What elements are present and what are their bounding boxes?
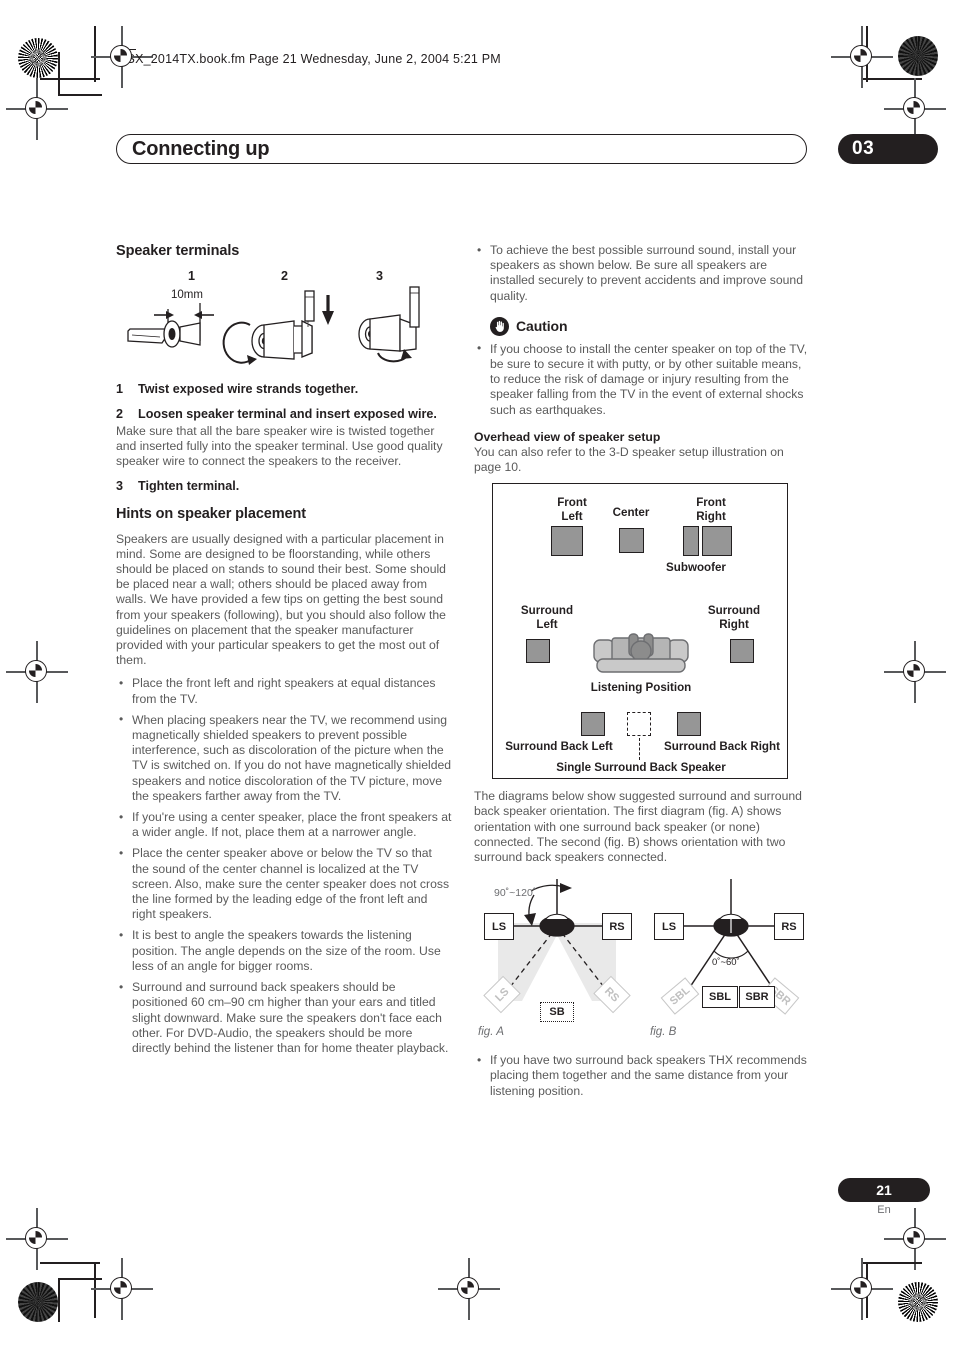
label-front-right: Front Right	[696, 496, 726, 523]
orientation-figures-row: LS RS LS RS SB 90˚~120˚ fig. A LS RS 0˚~…	[474, 873, 810, 1045]
hints-intro-paragraph: Speakers are usually designed with a par…	[116, 531, 446, 668]
step-3-number: 3	[116, 478, 124, 493]
speaker-subwoofer	[683, 526, 699, 557]
label-surround-right: Surround Right	[707, 604, 761, 631]
registration-mark-top-right-inner	[831, 26, 893, 88]
step-1-number: 1	[116, 382, 124, 396]
step-2-number: 2	[116, 407, 124, 421]
speaker-surround-back-right	[677, 712, 701, 737]
step-3-text: Tighten terminal.	[138, 478, 240, 493]
crop-mark-top-left	[40, 26, 102, 96]
fig-b-box-sbl: SBL	[702, 986, 738, 1009]
speaker-front-right	[702, 526, 732, 557]
speaker-single-surround-back	[627, 712, 651, 737]
step-1: 1 Twist exposed wire strands together.	[116, 381, 452, 397]
fig-a-box-rs: RS	[602, 913, 632, 941]
section-heading-hints: Hints on speaker placement	[116, 505, 306, 522]
caution-bullet-list: If you choose to install the center spea…	[474, 341, 810, 418]
caution-heading: Caution	[490, 316, 810, 336]
caution-label: Caution	[516, 318, 568, 335]
speaker-surround-back-left	[581, 712, 605, 737]
label-subwoofer: Subwoofer	[666, 561, 726, 575]
registration-mark-bottom-right-inner	[831, 1258, 893, 1320]
diagrams-intro-paragraph: The diagrams below show suggested surrou…	[474, 789, 802, 865]
fig-b-angle-label: 0˚~60˚	[712, 957, 740, 969]
list-item: If you choose to install the center spea…	[474, 341, 810, 418]
label-center: Center	[612, 506, 650, 520]
fig-a-box-ls: LS	[484, 913, 514, 941]
list-item: Place the center speaker above or below …	[116, 846, 452, 922]
crop-mark-bottom-left	[40, 1262, 102, 1322]
step-1-text: Twist exposed wire strands together.	[138, 382, 359, 396]
step-2: 2 Loosen speaker terminal and insert expo…	[116, 406, 452, 422]
registration-mark-bottom-left-inner	[91, 1258, 153, 1320]
fig-b-box-sbr: SBR	[739, 986, 775, 1009]
overhead-speaker-setup-diagram: Front Left Center Front Right Subwoofer …	[492, 483, 788, 780]
source-filename-line: VSX_2014TX.book.fm Page 21 Wednesday, Ju…	[118, 52, 501, 66]
speaker-front-left	[551, 526, 583, 557]
registration-mark-mid-right	[884, 641, 946, 703]
section-heading-speaker-terminals: Speaker terminals	[116, 243, 240, 259]
fig-a-angle-label: 90˚~120˚	[494, 887, 537, 900]
fig-a-box-sb: SB	[540, 1002, 574, 1023]
page-title: Connecting up	[132, 138, 270, 160]
list-item: To achieve the best possible surround so…	[474, 243, 810, 304]
stop-hand-icon	[490, 316, 509, 336]
label-surround-back-left: Surround Back Left	[505, 740, 613, 754]
registration-mark-top-left	[6, 78, 68, 140]
label-listening-position: Listening Position	[590, 681, 692, 695]
list-item: When placing speakers near the TV, we re…	[116, 712, 452, 804]
overhead-intro-paragraph: You can also refer to the 3-D speaker se…	[474, 444, 784, 475]
registration-mark-top-right	[884, 78, 946, 140]
surround-install-bullet-list: To achieve the best possible surround so…	[474, 243, 810, 304]
list-item: Place the front left and right speakers …	[116, 676, 452, 706]
single-surround-back-leader-line	[639, 738, 640, 761]
list-item: If you're using a center speaker, place …	[116, 810, 452, 840]
label-single-surround-back-speaker: Single Surround Back Speaker	[556, 761, 726, 775]
right-column: To achieve the best possible surround so…	[474, 243, 810, 1105]
fig-b-box-rs: RS	[774, 913, 804, 941]
page-language-code: En	[877, 1204, 891, 1216]
page-number-badge: 21	[838, 1178, 930, 1202]
speaker-center	[619, 528, 644, 554]
terminal-figure-svg	[127, 286, 420, 365]
list-item: If you have two surround back speakers T…	[474, 1053, 810, 1099]
registration-mark-bottom-left	[6, 1208, 68, 1270]
left-column: Speaker terminals 1 2 3 10mm 1 Twist exp…	[116, 243, 452, 1062]
label-surround-left: Surround Left	[520, 604, 574, 631]
listening-position-sofa-icon	[593, 633, 689, 673]
fig-b-caption: fig. B	[650, 1025, 677, 1039]
list-item: It is best to angle the speakers towards…	[116, 928, 452, 974]
list-item: Surround and surround back speakers shou…	[116, 980, 452, 1056]
fig-b-box-ls: LS	[654, 913, 684, 941]
fig-a-caption: fig. A	[478, 1025, 504, 1039]
speaker-terminal-illustration: 1 2 3 10mm	[116, 269, 452, 369]
speaker-surround-left	[526, 639, 550, 664]
label-front-left: Front Left	[557, 496, 587, 523]
label-surround-back-right: Surround Back Right	[664, 740, 780, 754]
step-2-text: Loosen speaker terminal and insert expos…	[138, 407, 437, 421]
step-3: 3 Tighten terminal.	[116, 478, 452, 494]
step-2-body: Make sure that all the bare speaker wire…	[116, 424, 443, 469]
thx-bullet-list: If you have two surround back speakers T…	[474, 1053, 810, 1099]
subheading-overhead-view: Overhead view of speaker setup	[474, 429, 661, 444]
hints-bullet-list: Place the front left and right speakers …	[116, 676, 452, 1056]
speaker-surround-right	[730, 639, 754, 664]
registration-mark-bottom-center	[438, 1258, 500, 1320]
chapter-number-badge: 03	[838, 134, 938, 164]
registration-mark-bottom-right	[884, 1208, 946, 1270]
registration-mark-mid-left	[6, 641, 68, 703]
